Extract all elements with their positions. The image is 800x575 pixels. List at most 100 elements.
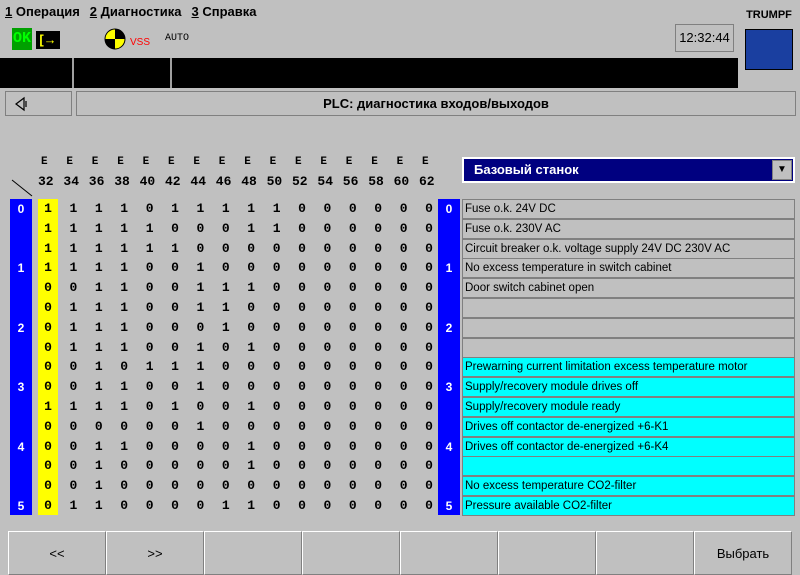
io-cell[interactable]: 0 bbox=[191, 456, 209, 476]
io-cell[interactable]: 1 bbox=[90, 338, 108, 358]
io-cell[interactable]: 0 bbox=[293, 199, 311, 219]
io-cell[interactable]: 0 bbox=[268, 258, 286, 278]
io-cell[interactable]: 1 bbox=[115, 199, 133, 219]
io-cell[interactable]: 0 bbox=[191, 219, 209, 239]
io-cell[interactable]: 1 bbox=[115, 278, 133, 298]
io-cell[interactable]: 0 bbox=[141, 476, 159, 496]
io-cell[interactable]: 0 bbox=[318, 397, 336, 417]
io-cell[interactable]: 0 bbox=[420, 456, 438, 476]
io-cell[interactable]: 0 bbox=[217, 476, 235, 496]
io-cell[interactable]: 1 bbox=[242, 397, 260, 417]
io-cell[interactable]: 0 bbox=[395, 456, 413, 476]
io-cell[interactable]: 0 bbox=[344, 258, 362, 278]
function-key-7[interactable] bbox=[596, 531, 694, 575]
io-cell[interactable]: 0 bbox=[217, 377, 235, 397]
io-cell[interactable]: 0 bbox=[369, 338, 387, 358]
io-cell[interactable]: 1 bbox=[90, 397, 108, 417]
io-cell[interactable]: 0 bbox=[420, 417, 438, 437]
io-cell[interactable]: 0 bbox=[420, 437, 438, 457]
chevron-down-icon[interactable]: ▼ bbox=[772, 160, 792, 180]
io-cell[interactable]: 1 bbox=[39, 219, 57, 239]
io-cell[interactable]: 0 bbox=[242, 417, 260, 437]
io-cell[interactable]: 0 bbox=[242, 476, 260, 496]
io-cell[interactable]: 0 bbox=[166, 298, 184, 318]
io-cell[interactable]: 0 bbox=[191, 437, 209, 457]
io-cell[interactable]: 0 bbox=[141, 437, 159, 457]
io-cell[interactable]: 0 bbox=[115, 417, 133, 437]
io-cell[interactable]: 0 bbox=[293, 456, 311, 476]
io-cell[interactable]: 0 bbox=[318, 258, 336, 278]
back-button[interactable] bbox=[5, 91, 72, 116]
io-cell[interactable]: 1 bbox=[115, 377, 133, 397]
io-cell[interactable]: 0 bbox=[395, 219, 413, 239]
io-cell[interactable]: 0 bbox=[344, 456, 362, 476]
io-cell[interactable]: 0 bbox=[420, 397, 438, 417]
io-cell[interactable]: 0 bbox=[318, 476, 336, 496]
function-key-5[interactable] bbox=[400, 531, 498, 575]
description-row[interactable]: Pressure available CO2-filter bbox=[462, 496, 795, 516]
io-cell[interactable]: 1 bbox=[217, 496, 235, 516]
io-cell[interactable]: 1 bbox=[191, 199, 209, 219]
function-key-3[interactable] bbox=[204, 531, 302, 575]
io-cell[interactable]: 0 bbox=[217, 219, 235, 239]
io-cell[interactable]: 1 bbox=[90, 298, 108, 318]
io-cell[interactable]: 0 bbox=[217, 338, 235, 358]
io-cell[interactable]: 0 bbox=[395, 278, 413, 298]
io-cell[interactable]: 0 bbox=[318, 357, 336, 377]
description-row[interactable]: Drives off contactor de-energized +6-K1 bbox=[462, 416, 795, 437]
io-cell[interactable]: 0 bbox=[268, 298, 286, 318]
io-cell[interactable]: 0 bbox=[268, 377, 286, 397]
io-cell[interactable]: 0 bbox=[141, 417, 159, 437]
io-cell[interactable]: 0 bbox=[420, 476, 438, 496]
io-cell[interactable]: 0 bbox=[242, 357, 260, 377]
io-cell[interactable]: 0 bbox=[293, 258, 311, 278]
io-cell[interactable]: 0 bbox=[293, 496, 311, 516]
io-cell[interactable]: 0 bbox=[217, 357, 235, 377]
io-cell[interactable]: 1 bbox=[64, 397, 82, 417]
io-cell[interactable]: 0 bbox=[293, 239, 311, 259]
io-cell[interactable]: 0 bbox=[318, 318, 336, 338]
io-cell[interactable]: 1 bbox=[90, 476, 108, 496]
io-cell[interactable]: 0 bbox=[242, 377, 260, 397]
io-cell[interactable]: 0 bbox=[39, 357, 57, 377]
description-row[interactable]: Circuit breaker o.k. voltage supply 24V … bbox=[462, 238, 795, 259]
io-cell[interactable]: 0 bbox=[39, 437, 57, 457]
io-cell[interactable]: 1 bbox=[141, 357, 159, 377]
io-cell[interactable]: 0 bbox=[268, 318, 286, 338]
io-cell[interactable]: 0 bbox=[166, 219, 184, 239]
description-row[interactable]: Drives off contactor de-energized +6-K4 bbox=[462, 436, 795, 457]
io-cell[interactable]: 1 bbox=[90, 219, 108, 239]
io-cell[interactable]: 0 bbox=[191, 496, 209, 516]
io-cell[interactable]: 0 bbox=[141, 496, 159, 516]
io-cell[interactable]: 1 bbox=[39, 397, 57, 417]
io-cell[interactable]: 1 bbox=[141, 239, 159, 259]
io-cell[interactable]: 0 bbox=[395, 199, 413, 219]
io-cell[interactable]: 0 bbox=[369, 278, 387, 298]
io-cell[interactable]: 0 bbox=[344, 219, 362, 239]
io-cell[interactable]: 1 bbox=[64, 338, 82, 358]
io-cell[interactable]: 1 bbox=[90, 357, 108, 377]
io-cell[interactable]: 0 bbox=[420, 239, 438, 259]
io-cell[interactable]: 0 bbox=[344, 496, 362, 516]
description-row[interactable]: No excess temperature CO2-filter bbox=[462, 476, 795, 497]
io-cell[interactable]: 0 bbox=[115, 496, 133, 516]
io-cell[interactable]: 0 bbox=[293, 417, 311, 437]
io-cell[interactable]: 0 bbox=[166, 278, 184, 298]
io-cell[interactable]: 0 bbox=[191, 397, 209, 417]
io-cell[interactable]: 1 bbox=[64, 219, 82, 239]
io-cell[interactable]: 0 bbox=[64, 476, 82, 496]
io-cell[interactable]: 0 bbox=[217, 258, 235, 278]
io-cell[interactable]: 0 bbox=[318, 496, 336, 516]
io-cell[interactable]: 1 bbox=[268, 219, 286, 239]
io-cell[interactable]: 0 bbox=[268, 239, 286, 259]
io-cell[interactable]: 0 bbox=[39, 298, 57, 318]
io-cell[interactable]: 0 bbox=[420, 496, 438, 516]
io-cell[interactable]: 0 bbox=[217, 397, 235, 417]
io-cell[interactable]: 0 bbox=[166, 476, 184, 496]
io-cell[interactable]: 0 bbox=[115, 456, 133, 476]
io-cell[interactable]: 0 bbox=[39, 456, 57, 476]
io-cell[interactable]: 0 bbox=[64, 437, 82, 457]
description-row[interactable] bbox=[462, 298, 795, 318]
io-cell[interactable]: 0 bbox=[344, 417, 362, 437]
io-cell[interactable]: 0 bbox=[166, 318, 184, 338]
